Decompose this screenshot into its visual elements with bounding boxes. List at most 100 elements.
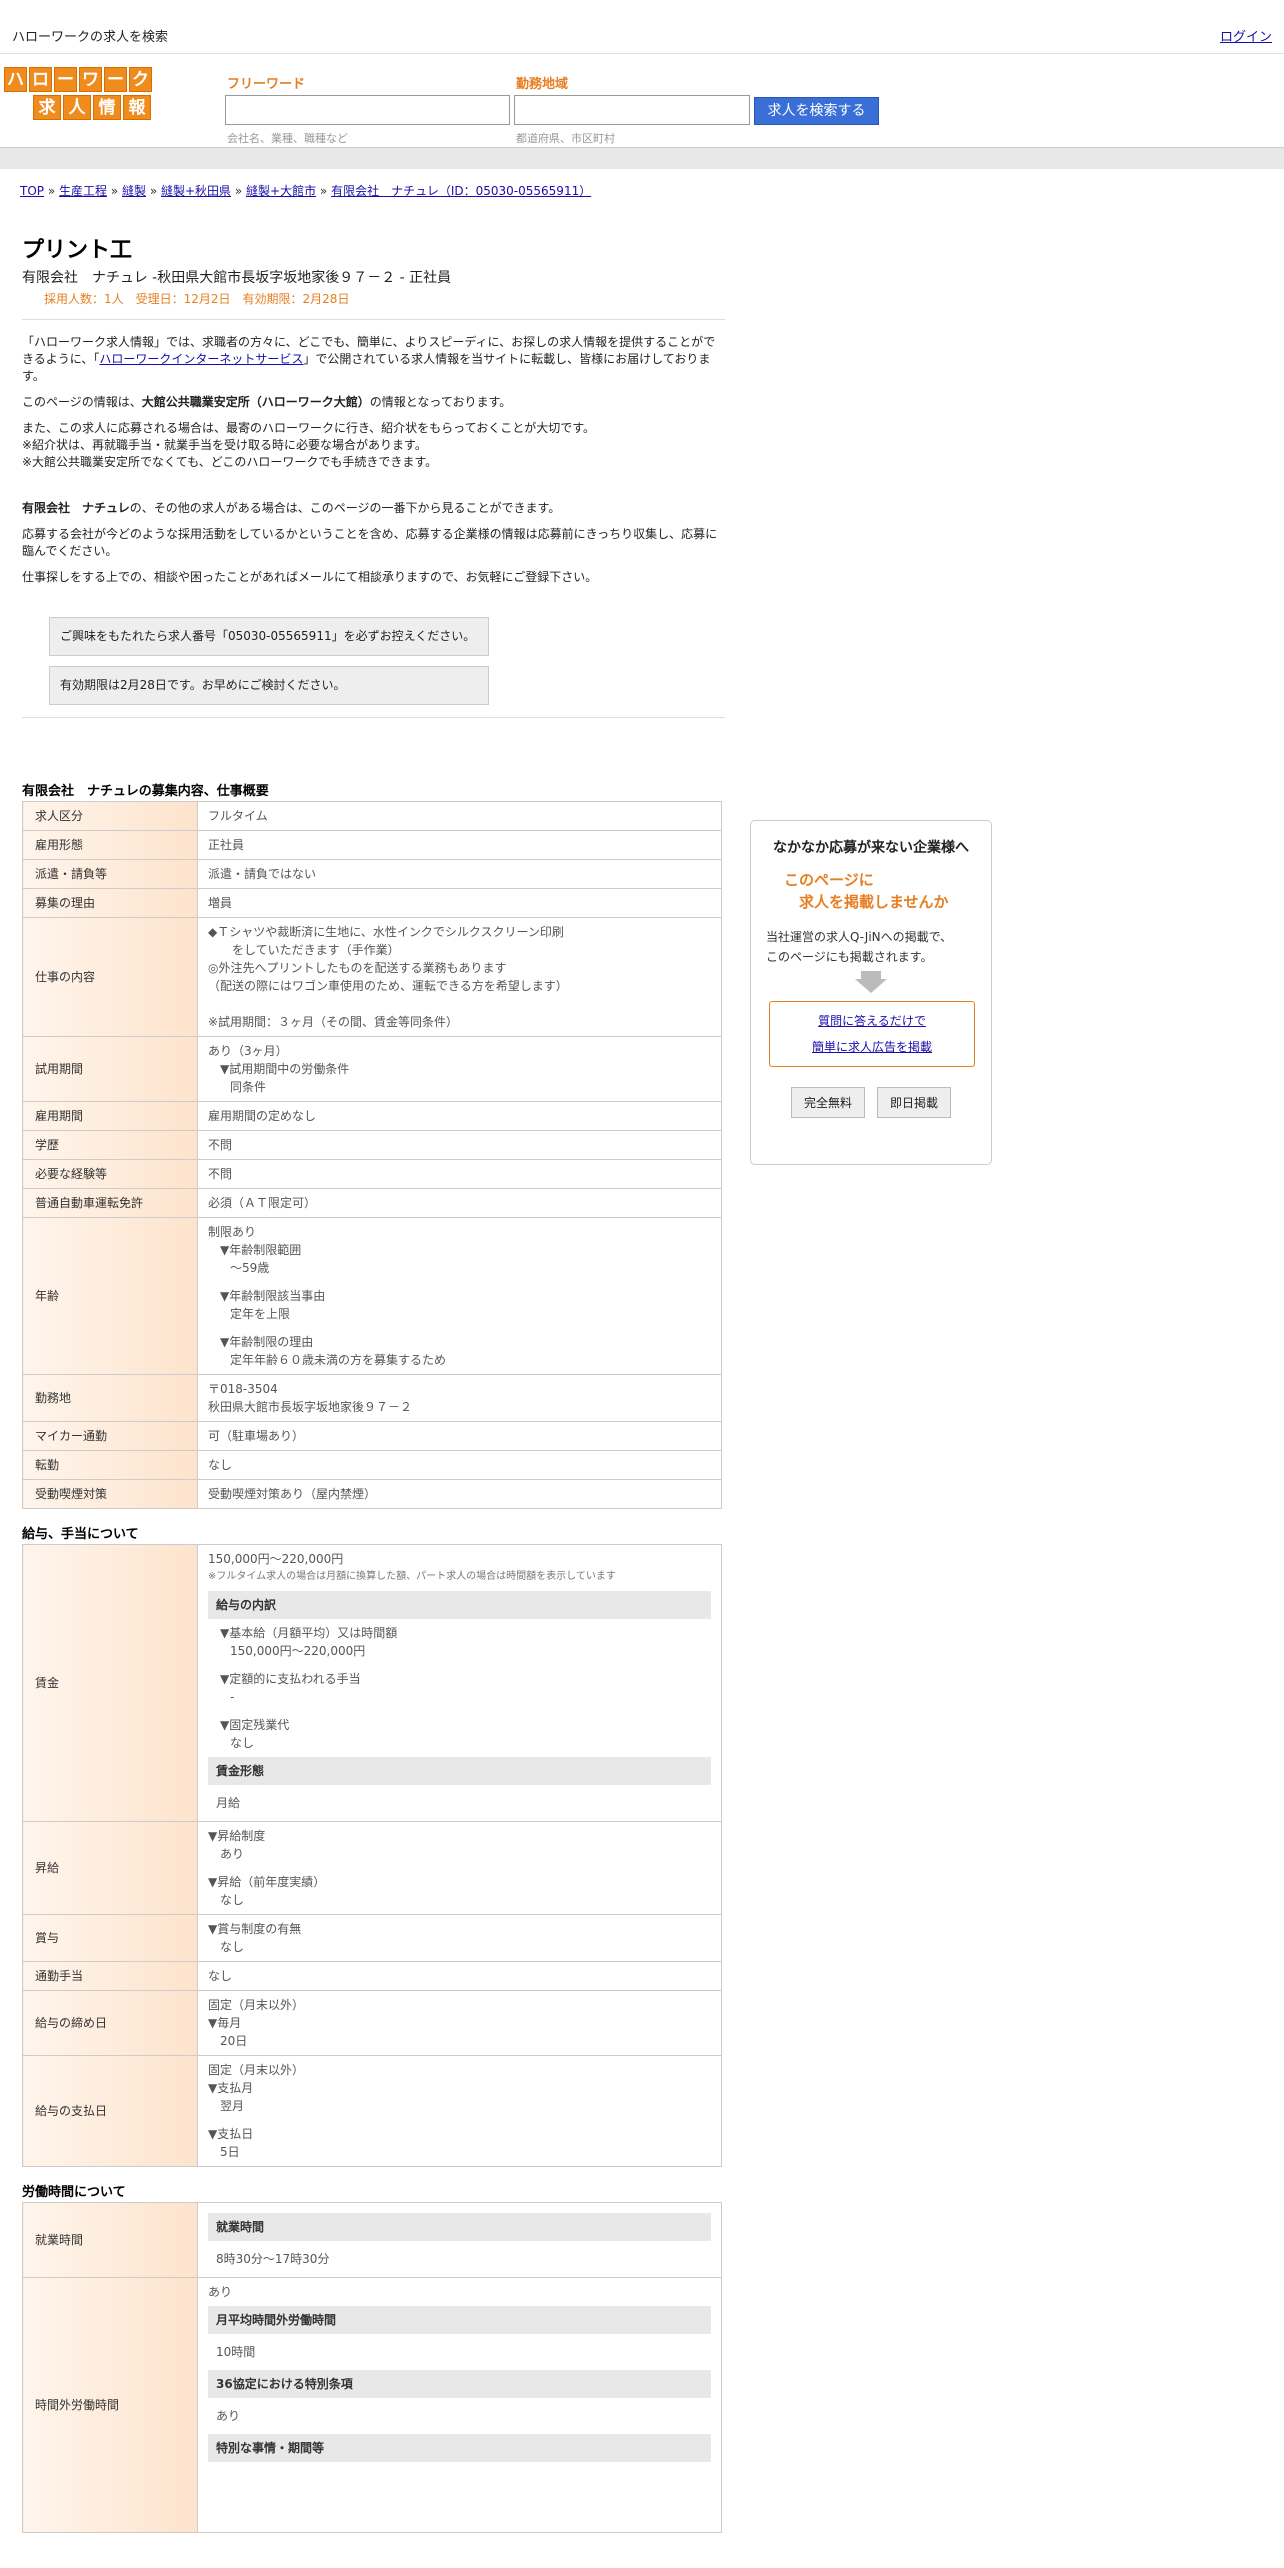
hellowork-logo[interactable]: ハ ロ ー ワ ー ク 求 人 情 報 [4, 67, 180, 125]
value-line: ▼固定残業代 [220, 1718, 290, 1732]
row-label: 給与の支払日 [22, 2055, 198, 2167]
advertise-buttons: 完全無料 即日掲載 [751, 1087, 991, 1118]
intro-paragraph: 仕事探しをする上での、相談や困ったことがあればメールにて相談承りますので、お気軽… [22, 570, 598, 584]
logo-char: ク [129, 67, 152, 92]
row-value: 150,000円〜220,000円 ※フルタイム求人の場合は月額に換算した額、パ… [197, 1544, 722, 1822]
search-button[interactable]: 求人を検索する [754, 97, 879, 125]
row-value: 受動喫煙対策あり（屋内禁煙） [197, 1479, 722, 1509]
value-line: ▼定額的に支払われる手当 [220, 1672, 361, 1686]
company-name: 有限会社 ナチュレ [22, 501, 130, 515]
value-line: なし [230, 1736, 255, 1750]
row-label: 雇用形態 [22, 830, 198, 860]
breadcrumb-sep: » [316, 184, 332, 198]
value-line: ▼賞与制度の有無 [208, 1922, 302, 1936]
advertise-link[interactable]: 質問に答えるだけで [818, 1014, 926, 1028]
value-line: ◎外注先へプリントしたものを配送する業務もあります [208, 961, 507, 975]
value-line: 翌月 [220, 2099, 245, 2113]
row-label: 通勤手当 [22, 1961, 198, 1991]
row-value: あり 月平均時間外労働時間 10時間 36協定における特別条項 あり 特別な事情… [197, 2277, 722, 2533]
breadcrumb-link[interactable]: 縫製+大館市 [246, 184, 316, 198]
row-value: 必須（ＡＴ限定可） [197, 1188, 722, 1218]
breadcrumb-link[interactable]: 縫製 [122, 184, 146, 198]
value-line: 8時30分〜17時30分 [216, 2252, 330, 2266]
overview-title: 有限会社 ナチュレの募集内容、仕事概要 [22, 784, 269, 799]
breadcrumb-link[interactable]: 有限会社 ナチュレ（ID：05030-05565911） [331, 184, 591, 198]
row-value: 制限あり ▼年齢制限範囲 〜59歳 ▼年齢制限該当事由 定年を上限 ▼年齢制限の… [197, 1217, 722, 1375]
row-value: フルタイム [197, 801, 722, 831]
row-value: 不問 [197, 1159, 722, 1189]
hellowork-internet-link[interactable]: ハローワークインターネットサービス [99, 352, 303, 366]
value-line: ※試用期間：３ヶ月（その間、賃金等同条件） [208, 1015, 459, 1029]
row-label: 時間外労働時間 [22, 2277, 198, 2533]
value-line: ▼試用期間中の労働条件 [220, 1062, 350, 1076]
intro-paragraph: 有限会社 ナチュレの、その他の求人がある場合は、このページの一番下から見ることが… [22, 500, 725, 517]
value-line: 定年年齢６０歳未満の方を募集するため [230, 1353, 447, 1367]
intro-text-part: このページの情報は、 [22, 395, 142, 409]
value-line: 150,000円〜220,000円 [208, 1552, 344, 1566]
salary-table: 賃金 150,000円〜220,000円 ※フルタイム求人の場合は月額に換算した… [22, 1544, 722, 2167]
intro-text-part: の情報となっております。 [369, 395, 512, 409]
logo-char: ー [104, 67, 127, 92]
divider [22, 717, 725, 718]
logo-char: ロ [29, 67, 52, 92]
area-label: 勤務地域 [516, 77, 569, 92]
table-row: 賃金 150,000円〜220,000円 ※フルタイム求人の場合は月額に換算した… [22, 1544, 722, 1822]
hours-title: 労働時間について [22, 2185, 126, 2200]
breadcrumb-link[interactable]: 縫製+秋田県 [161, 184, 231, 198]
row-value: 派遣・請負ではない [197, 859, 722, 889]
value-line: 固定（月末以外） [208, 1998, 305, 2012]
area-input[interactable] [514, 95, 750, 125]
advertise-headline: このページに 求人を掲載しませんか [751, 869, 991, 913]
row-label: 給与の締め日 [22, 1990, 198, 2056]
logo-char: ハ [4, 67, 27, 92]
value-line: 150,000円〜220,000円 [230, 1644, 366, 1658]
keyword-label: フリーワード [227, 77, 306, 92]
arrow-down-icon [751, 971, 991, 993]
logo-char: ワ [79, 67, 102, 92]
overview-table: 求人区分 フルタイム 雇用形態 正社員 派遣・請負等 派遣・請負ではない 募集の理由増… [22, 801, 722, 1509]
value-line: 〒018-3504 [208, 1382, 278, 1396]
value-line: ▼年齢制限範囲 [220, 1243, 302, 1257]
value-line: ▼毎月 [208, 2016, 242, 2030]
advertise-link[interactable]: 簡単に求人広告を掲載 [812, 1040, 932, 1054]
site-title: ハローワークの求人を検索 [12, 30, 169, 45]
table-row: 雇用形態 正社員 [22, 830, 722, 860]
table-row: 雇用期間 雇用期間の定めなし [22, 1101, 722, 1131]
intro-paragraph: 「ハローワーク求人情報」では、求職者の方々に、どこでも、簡単に、よりスピーディに… [22, 334, 725, 385]
row-label: 求人区分 [22, 801, 198, 831]
keyword-input[interactable] [225, 95, 510, 125]
same-day-button[interactable]: 即日掲載 [877, 1087, 952, 1118]
breadcrumb-link[interactable]: 生産工程 [59, 184, 107, 198]
logo-char: 情 [93, 95, 121, 120]
value-line: 10時間 [216, 2345, 256, 2359]
table-row: 通勤手当 なし [22, 1961, 722, 1991]
company-line: 有限会社 ナチュレ -秋田県大館市長坂字坂地家後９７－２ - 正社員 [22, 270, 452, 286]
row-value: 固定（月末以外） ▼毎月 20日 [197, 1990, 722, 2056]
value-line: ▼支払月 [208, 2081, 254, 2095]
table-row: 時間外労働時間 あり 月平均時間外労働時間 10時間 36協定における特別条項 … [22, 2277, 722, 2533]
table-row: 勤務地 〒018-3504 秋田県大館市長坂字坂地家後９７－２ [22, 1374, 722, 1422]
row-value: なし [197, 1961, 722, 1991]
login-link[interactable]: ログイン [1220, 26, 1272, 45]
advertise-headline-line: このページに [784, 871, 874, 889]
value-line: ▼年齢制限該当事由 [220, 1289, 326, 1303]
notice-box: 有効期限は2月28日です。お早めにご検討ください。 [49, 666, 489, 705]
row-label: 学歴 [22, 1130, 198, 1160]
row-label: 賃金 [22, 1544, 198, 1822]
value-line: 〜59歳 [230, 1261, 270, 1275]
row-value: 就業時間 8時30分〜17時30分 [197, 2202, 722, 2278]
row-value: ◆Ｔシャツや裁断済に生地に、水性インクでシルクスクリーン印刷 をしていただきます… [197, 917, 722, 1037]
table-row: 試用期間 あり（3ヶ月） ▼試用期間中の労働条件 同条件 [22, 1036, 722, 1102]
table-row: 給与の締め日 固定（月末以外） ▼毎月 20日 [22, 1990, 722, 2056]
row-value: 正社員 [197, 830, 722, 860]
intro-paragraph: このページの情報は、大館公共職業安定所（ハローワーク大館）の情報となっております… [22, 394, 725, 411]
breadcrumb-link[interactable]: TOP [20, 184, 44, 198]
value-line: 5日 [220, 2145, 240, 2159]
breadcrumb: TOP » 生産工程 » 縫製 » 縫製+秋田県 » 縫製+大館市 » 有限会社… [20, 182, 591, 199]
divider-bar [0, 147, 1284, 169]
row-label: 年齢 [22, 1217, 198, 1375]
free-button[interactable]: 完全無料 [790, 1087, 865, 1118]
row-label: 賞与 [22, 1914, 198, 1962]
value-line: 月給 [216, 1796, 241, 1810]
intro-paragraph: 応募する会社が今どのような採用活動をしているかということを含め、応募する企業様の… [22, 527, 718, 558]
